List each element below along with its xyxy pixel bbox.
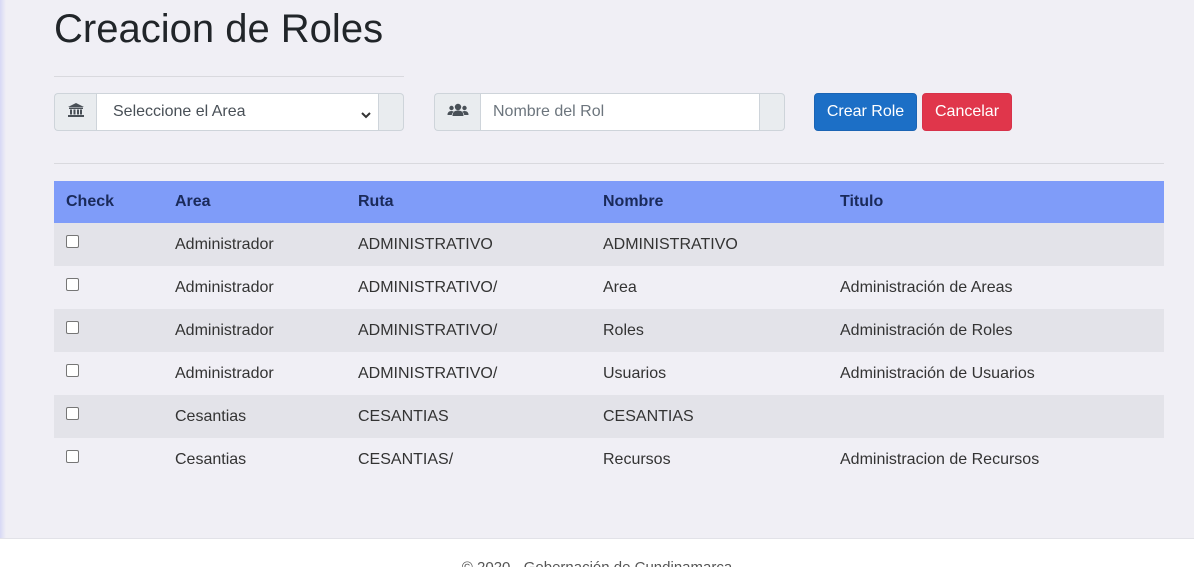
row-checkbox[interactable]	[66, 363, 79, 377]
cell-area: Cesantias	[175, 450, 247, 468]
cell-nombre: Recursos	[603, 450, 671, 468]
row-checkbox[interactable]	[66, 449, 79, 463]
page-title: Creacion de Roles	[54, 7, 384, 51]
cell-ruta: CESANTIAS	[358, 407, 449, 425]
header-titulo: Titulo	[840, 193, 884, 210]
cell-nombre: ADMINISTRATIVO	[603, 235, 738, 253]
role-name-placeholder: Nombre del Rol	[493, 103, 605, 120]
roles-table: Check Area Ruta Nombre Titulo Administra…	[54, 181, 1164, 481]
area-select[interactable]: Seleccione el Area	[96, 93, 379, 131]
footer: © 2020 - Gobernación de Cundinamarca	[0, 538, 1194, 567]
role-name-group: Nombre del Rol	[434, 93, 785, 131]
cell-ruta: ADMINISTRATIVO/	[358, 278, 498, 296]
cell-nombre: CESANTIAS	[603, 407, 694, 425]
role-addon	[434, 93, 480, 131]
table-row: Cesantias CESANTIAS CESANTIAS	[54, 395, 1164, 438]
cell-nombre: Roles	[603, 321, 644, 339]
row-checkbox[interactable]	[66, 406, 79, 420]
row-checkbox[interactable]	[66, 277, 79, 291]
chevron-down-icon	[360, 107, 372, 125]
cell-titulo	[828, 223, 1164, 266]
title-divider	[54, 76, 404, 77]
cancel-button[interactable]: Cancelar	[922, 93, 1012, 131]
table-row: Administrador ADMINISTRATIVO/ Usuarios A…	[54, 352, 1164, 395]
cell-titulo: Administracion de Recursos	[840, 450, 1040, 468]
area-addon-append	[379, 93, 404, 131]
cell-area: Administrador	[175, 235, 274, 253]
cell-titulo: Administración de Usuarios	[840, 364, 1035, 382]
cell-area: Cesantias	[175, 407, 247, 425]
row-checkbox[interactable]	[66, 320, 79, 334]
users-icon	[447, 102, 469, 123]
cell-nombre: Area	[603, 278, 637, 296]
header-ruta: Ruta	[358, 193, 394, 210]
cell-area: Administrador	[175, 364, 274, 382]
cell-area: Administrador	[175, 321, 274, 339]
form-divider	[54, 163, 1164, 164]
row-checkbox[interactable]	[66, 234, 79, 248]
create-role-button[interactable]: Crear Role	[814, 93, 917, 131]
area-select-group: Seleccione el Area	[54, 93, 404, 131]
cell-titulo: Administración de Areas	[840, 278, 1013, 296]
table-row: Cesantias CESANTIAS/ Recursos Administra…	[54, 438, 1164, 481]
header-area: Area	[175, 193, 211, 210]
page-edge-shadow	[0, 0, 6, 540]
table-row: Administrador ADMINISTRATIVO/ Roles Admi…	[54, 309, 1164, 352]
table-row: Administrador ADMINISTRATIVO ADMINISTRAT…	[54, 223, 1164, 266]
cell-area: Administrador	[175, 278, 274, 296]
institution-icon	[67, 102, 85, 123]
table-row: Administrador ADMINISTRATIVO/ Area Admin…	[54, 266, 1164, 309]
footer-text: © 2020 - Gobernación de Cundinamarca	[0, 559, 1194, 567]
cell-titulo	[828, 395, 1164, 438]
role-name-input[interactable]: Nombre del Rol	[480, 93, 760, 131]
table-header-row: Check Area Ruta Nombre Titulo	[54, 181, 1164, 223]
header-check: Check	[66, 193, 115, 210]
area-addon	[54, 93, 96, 131]
cell-nombre: Usuarios	[603, 364, 667, 382]
cell-ruta: ADMINISTRATIVO/	[358, 321, 498, 339]
cell-ruta: CESANTIAS/	[358, 450, 454, 468]
cell-ruta: ADMINISTRATIVO	[358, 235, 493, 253]
role-addon-append	[760, 93, 785, 131]
cell-titulo: Administración de Roles	[840, 321, 1013, 339]
header-nombre: Nombre	[603, 193, 664, 210]
area-select-value: Seleccione el Area	[113, 103, 246, 120]
cell-ruta: ADMINISTRATIVO/	[358, 364, 498, 382]
